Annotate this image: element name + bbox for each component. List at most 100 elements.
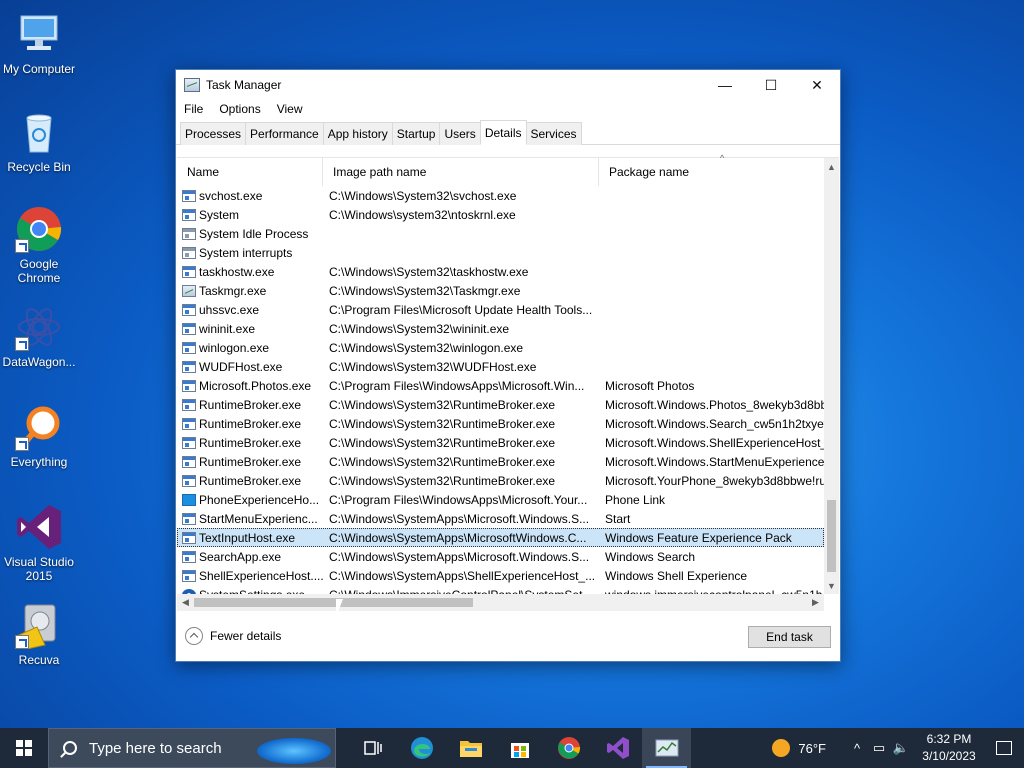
table-row[interactable]: ShellExperienceHost.... C:\Windows\System… [177,566,824,585]
table-row[interactable]: SystemSettings.exeC:\Windows\ImmersiveCo… [177,585,824,594]
table-row[interactable]: RuntimeBroker.exe C:\Windows\System32\Run… [177,452,824,471]
taskbar-edge[interactable] [397,728,446,768]
table-row[interactable]: System C:\Windows\system32\ntoskrnl.exe [177,205,824,224]
tab-processes[interactable]: Processes [180,122,247,145]
tab-startup[interactable]: Startup [391,122,441,145]
recuva-icon [15,601,63,650]
tab-services[interactable]: Services [525,122,582,145]
process-name: RuntimeBroker.exe [199,397,302,412]
table-row[interactable]: SearchApp.exe C:\Windows\SystemApps\Micro… [177,547,824,566]
desktop-icon-recycle-bin[interactable]: Recycle Bin [1,108,77,174]
vertical-scroll-thumb[interactable] [827,500,836,572]
weather-sun-icon[interactable] [772,739,791,757]
clock[interactable]: 6:32 PM 3/10/2023 [914,731,984,765]
window-icon [182,379,196,392]
network-icon[interactable]: ▭ [868,740,890,756]
volume-icon[interactable]: 🔈 [890,740,912,756]
horizontal-scrollbar[interactable]: ◀ ▶ [177,594,824,611]
window-icon [182,550,196,563]
task-view-button[interactable] [348,728,397,768]
scroll-right-icon[interactable]: ▶ [807,594,824,611]
scroll-down-icon[interactable]: ▼ [824,577,839,594]
table-row[interactable]: wininit.exe C:\Windows\System32\wininit.e… [177,319,824,338]
column-header-image-path[interactable]: Image path name [323,158,599,186]
taskbar-search-box[interactable]: Type here to search [48,728,336,768]
table-row[interactable]: RuntimeBroker.exe C:\Windows\System32\Run… [177,471,824,490]
table-row[interactable]: System Idle Process [177,224,824,243]
table-row[interactable]: System interrupts [177,243,824,262]
task-manager-window: Task Manager — ☐ ✕ File Options View Pro… [175,69,841,662]
table-row[interactable]: winlogon.exe C:\Windows\System32\winlogon… [177,338,824,357]
title-bar[interactable]: Task Manager — ☐ ✕ [176,70,840,100]
scroll-up-icon[interactable]: ▲ [824,158,839,175]
desktop-icon-google-chrome[interactable]: Google Chrome [1,205,77,285]
start-button[interactable] [0,728,48,768]
table-row[interactable]: Microsoft.Photos.exe C:\Program Files\Win… [177,376,824,395]
chevron-up-icon[interactable]: ^ [846,741,868,756]
table-row[interactable]: RuntimeBroker.exe C:\Windows\System32\Run… [177,395,824,414]
process-name: svchost.exe [199,188,263,203]
horizontal-scroll-thumb[interactable] [194,598,473,607]
clock-time: 6:32 PM [926,732,972,746]
desktop-icon-label: Visual Studio 2015 [4,555,74,583]
taskbar-store[interactable] [495,728,544,768]
column-header-name[interactable]: Name [177,158,323,186]
menu-options[interactable]: Options [215,100,264,120]
image-path-cell: C:\Windows\System32\WUDFHost.exe [329,359,537,374]
image-path-cell: C:\Windows\System32\winlogon.exe [329,340,524,355]
tab-app-history[interactable]: App history [322,122,393,145]
desktop-icon-label: Everything [10,455,68,469]
desktop-icon-label: My Computer [2,62,76,76]
column-headers: ^ Name Image path name Package name [177,153,839,186]
fewer-details-button[interactable]: Fewer details [185,627,281,645]
minimize-button[interactable]: — [702,70,748,100]
visual-studio-icon [606,737,629,759]
notification-button[interactable] [984,741,1024,755]
weather-temperature[interactable]: 76°F [798,741,826,756]
tab-performance[interactable]: Performance [245,122,324,145]
menu-file[interactable]: File [180,100,207,120]
desktop-icon-datawagon[interactable]: DataWagon... [1,303,77,369]
tab-strip: Processes Performance App history Startu… [176,120,840,145]
window-icon [182,455,196,468]
table-row[interactable]: TextInputHost.exe C:\Windows\SystemApps\M… [177,528,824,547]
process-name: Microsoft.Photos.exe [199,378,312,393]
end-task-button[interactable]: End task [748,626,831,648]
taskbar-chrome[interactable] [544,728,593,768]
close-button[interactable]: ✕ [794,70,840,100]
tab-details[interactable]: Details [479,120,527,145]
process-name-cell: RuntimeBroker.exe [177,474,323,488]
table-row[interactable]: uhssvc.exe C:\Program Files\Microsoft Upd… [177,300,824,319]
everything-search-icon [15,403,63,451]
image-path-cell: C:\Windows\System32\taskhostw.exe [329,264,529,279]
taskbar-file-explorer[interactable] [446,728,495,768]
mouse-cursor-icon [336,599,343,617]
tab-users[interactable]: Users [439,122,481,145]
table-row[interactable]: Taskmgr.exe C:\Windows\System32\Taskmgr.e… [177,281,824,300]
desktop-icon-recuva[interactable]: Recuva [1,601,77,667]
table-row[interactable]: svchost.exe C:\Windows\System32\svchost.e… [177,186,824,205]
maximize-button[interactable]: ☐ [748,70,794,100]
menu-view[interactable]: View [273,100,307,120]
table-row[interactable]: RuntimeBroker.exe C:\Windows\System32\Run… [177,414,824,433]
scroll-left-icon[interactable]: ◀ [177,594,194,611]
column-header-package-name[interactable]: Package name [599,158,824,186]
process-name: RuntimeBroker.exe [199,473,302,488]
taskbar-task-manager[interactable] [642,728,691,768]
table-row[interactable]: StartMenuExperienc... C:\Windows\SystemAp… [177,509,824,528]
package-name-cell: Start [605,511,631,526]
table-row[interactable]: taskhostw.exe C:\Windows\System32\taskhos… [177,262,824,281]
image-path-cell: C:\Windows\System32\svchost.exe [329,188,517,203]
taskbar-visual-studio[interactable] [593,728,642,768]
process-name-cell: System [177,208,323,222]
vertical-scrollbar[interactable]: ▲ ▼ [824,158,839,594]
window-icon [182,569,196,582]
process-name: RuntimeBroker.exe [199,435,302,450]
process-name: System [199,207,240,222]
desktop-icon-my-computer[interactable]: My Computer [1,10,77,76]
desktop-icon-everything[interactable]: Everything [1,403,77,469]
table-row[interactable]: RuntimeBroker.exe C:\Windows\System32\Run… [177,433,824,452]
desktop-icon-visual-studio[interactable]: Visual Studio 2015 [1,503,77,583]
table-row[interactable]: PhoneExperienceHo... C:\Program Files\Win… [177,490,824,509]
table-row[interactable]: WUDFHost.exe C:\Windows\System32\WUDFHost… [177,357,824,376]
